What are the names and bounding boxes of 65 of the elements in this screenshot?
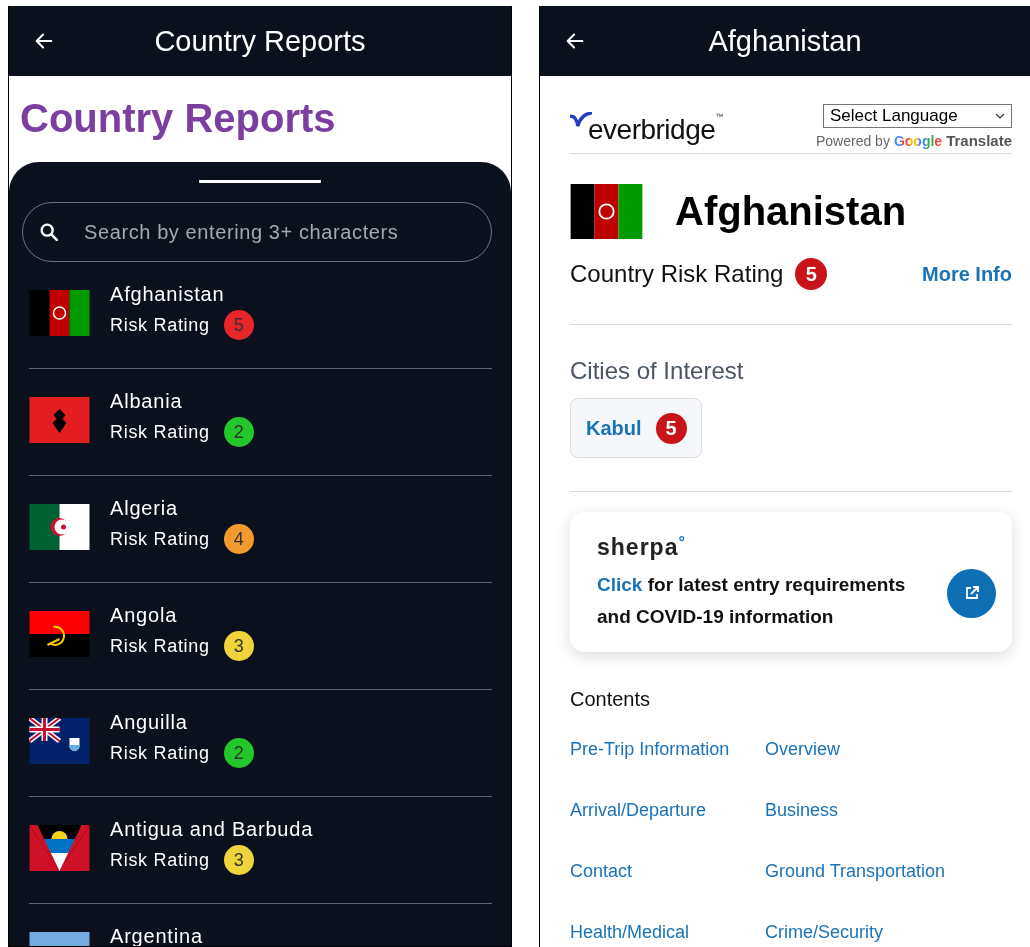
contents-title: Contents [570, 688, 652, 711]
trademark-mark: ™ [715, 112, 724, 121]
country-name: Albania [110, 390, 184, 413]
contents-link[interactable]: Overview [765, 739, 840, 760]
flag-icon [29, 397, 90, 443]
contents-link[interactable]: Health/Medical [570, 922, 690, 943]
risk-rating-label: Risk Rating [110, 849, 210, 871]
risk-rating-label: Risk Rating [110, 314, 210, 336]
country-row[interactable]: Afghanistan Risk Rating 5 [29, 262, 492, 369]
degree-mark: ° [678, 534, 685, 551]
contents-link[interactable]: Arrival/Departure [570, 800, 707, 821]
country-risk-label: Country Risk Rating [570, 260, 784, 288]
country-row[interactable]: Anguilla Risk Rating 2 [29, 690, 492, 797]
risk-rating-badge: 4 [223, 524, 254, 554]
powered-by-text: Powered by [815, 133, 890, 149]
flag-icon [29, 825, 90, 871]
country-row[interactable]: Angola Risk Rating 3 [29, 583, 492, 690]
country-name: Antigua and Barbuda [110, 818, 314, 841]
sherpa-logo-text: sherpa [597, 534, 679, 561]
click-link[interactable]: Click [597, 574, 643, 595]
risk-rating-label: Risk Rating [110, 635, 210, 657]
risk-rating-badge: 3 [223, 631, 254, 661]
country-name: Algeria [110, 497, 179, 520]
header-title: Afghanistan [708, 24, 862, 58]
flag-icon [29, 718, 90, 764]
risk-rating-label: Risk Rating [110, 742, 210, 764]
google-logo-text: Google [893, 133, 943, 149]
country-name: Angola [110, 604, 179, 627]
caret-icon [995, 113, 1005, 119]
more-info-link[interactable]: More Info [922, 262, 1012, 286]
risk-rating-label: Risk Rating [110, 528, 210, 550]
translate-text: Translate [946, 132, 1012, 149]
external-link-button[interactable] [947, 568, 996, 618]
risk-rating-badge: 2 [223, 738, 254, 768]
country-name: Anguilla [110, 711, 189, 734]
contents-link[interactable]: Contact [570, 861, 633, 882]
risk-rating-badge: 5 [795, 258, 828, 290]
country-row[interactable]: Antigua and Barbuda Risk Rating 3 [29, 797, 492, 904]
drag-handle[interactable] [199, 180, 321, 183]
contents-link[interactable]: Ground Transportation [765, 861, 946, 882]
language-select[interactable]: Select Language [823, 104, 1012, 128]
logo-text: everbridge [588, 114, 716, 146]
risk-rating-label: Risk Rating [110, 421, 210, 443]
external-link-icon [963, 585, 980, 601]
contents-link[interactable]: Crime/Security [765, 922, 884, 943]
risk-rating-badge: 3 [223, 845, 254, 875]
risk-rating-badge: 2 [223, 417, 254, 447]
risk-rating-badge: 5 [223, 310, 254, 340]
flag-icon [29, 290, 90, 336]
flag-icon [29, 611, 90, 657]
search-field[interactable]: Search by entering 3+ characters [22, 202, 492, 262]
contents-link[interactable]: Pre-Trip Information [570, 739, 730, 760]
country-name: Afghanistan [110, 283, 226, 306]
country-title: Afghanistan [675, 189, 907, 234]
country-row[interactable]: Algeria Risk Rating 4 [29, 476, 492, 583]
header-title: Country Reports [154, 24, 366, 58]
section-title: Cities of Interest [570, 357, 745, 385]
flag-icon [570, 184, 643, 239]
search-icon [38, 221, 60, 243]
contents-link[interactable]: Business [765, 800, 839, 821]
page-title: Country Reports [19, 95, 337, 142]
flag-icon [29, 504, 90, 550]
country-row[interactable]: Albania Risk Rating 2 [29, 369, 492, 476]
city-chip[interactable]: Kabul 5 [570, 398, 702, 458]
entry-requirements-text: Click for latest entry requirements and COVID-19 information [597, 573, 907, 629]
